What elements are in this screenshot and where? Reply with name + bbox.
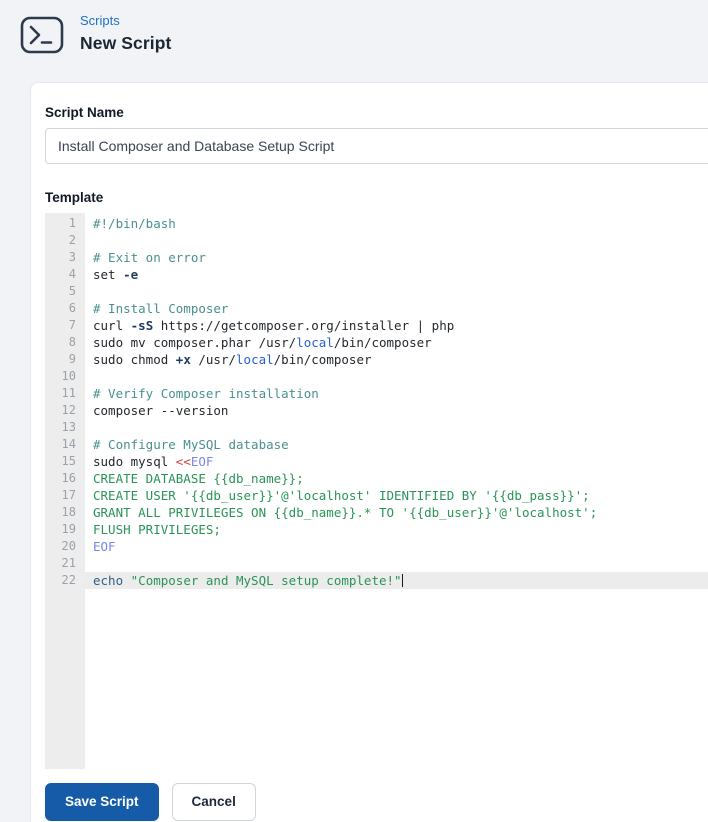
- code-token: +x: [175, 352, 191, 367]
- code-line[interactable]: sudo mv composer.phar /usr/local/bin/com…: [85, 334, 708, 351]
- editor-code: #!/bin/bash # Exit on error set -e # Instal…: [85, 213, 708, 769]
- line-number: 13: [61, 420, 76, 434]
- code-line[interactable]: # Configure MySQL database: [85, 436, 708, 453]
- line-number: 12: [61, 403, 76, 417]
- cancel-button[interactable]: Cancel: [171, 783, 256, 821]
- script-name-label: Script Name: [45, 105, 124, 120]
- code-line[interactable]: CREATE DATABASE {{db_name}};: [85, 470, 708, 487]
- line-number: 19: [61, 522, 76, 536]
- code-token: composer --version: [93, 403, 229, 418]
- code-token: /bin/composer: [273, 352, 372, 367]
- code-line[interactable]: FLUSH PRIVILEGES;: [85, 521, 708, 538]
- save-script-button[interactable]: Save Script: [45, 783, 159, 821]
- line-number: 11: [61, 386, 76, 400]
- line-number: 8: [68, 335, 76, 349]
- template-label: Template: [45, 190, 104, 205]
- code-token: CREATE USER '{{db_user}}'@'localhost' ID…: [93, 488, 590, 503]
- line-number: 4: [68, 267, 76, 281]
- code-line[interactable]: [85, 419, 708, 436]
- text-cursor: [401, 574, 404, 587]
- code-line[interactable]: [85, 283, 708, 300]
- line-number: 15: [61, 454, 76, 468]
- code-line[interactable]: sudo mysql <<EOF: [85, 453, 708, 470]
- line-number: 17: [61, 488, 76, 502]
- code-line[interactable]: # Exit on error: [85, 249, 708, 266]
- terminal-icon: [20, 15, 64, 55]
- code-line[interactable]: [85, 232, 708, 249]
- code-token: /usr/: [190, 352, 237, 367]
- code-token: # Exit on error: [93, 250, 206, 265]
- code-line[interactable]: sudo chmod +x /usr/local/bin/composer: [85, 351, 708, 368]
- code-token: <<: [175, 454, 191, 469]
- line-number: 14: [61, 437, 76, 451]
- code-token: EOF: [93, 539, 116, 554]
- code-line[interactable]: curl -sS https://getcomposer.org/install…: [85, 317, 708, 334]
- code-token: local: [236, 352, 274, 367]
- line-number: 1: [68, 216, 76, 230]
- code-line[interactable]: # Verify Composer installation: [85, 385, 708, 402]
- code-line[interactable]: #!/bin/bash: [85, 215, 708, 232]
- code-token: EOF: [190, 454, 214, 469]
- code-token: # Install Composer: [93, 301, 229, 316]
- page-title: New Script: [80, 33, 172, 53]
- code-token: CREATE DATABASE {{db_name}};: [93, 471, 304, 486]
- editor-gutter: 1 2 3 4 5 6 7 8 9 10 11 12 13 14 15 16 17 18 19 20 21 22: [45, 213, 85, 769]
- script-name-input[interactable]: [45, 128, 708, 164]
- code-line[interactable]: echo "Composer and MySQL setup complete!…: [85, 572, 708, 589]
- code-line[interactable]: composer --version: [85, 402, 708, 419]
- code-token: https://getcomposer.org/installer | php: [153, 318, 455, 333]
- code-token: -sS: [130, 318, 154, 333]
- code-token: /bin/composer: [333, 335, 432, 350]
- line-number: 5: [68, 284, 76, 298]
- code-line[interactable]: # Install Composer: [85, 300, 708, 317]
- page-header: Scripts New Script: [0, 0, 708, 82]
- code-line[interactable]: GRANT ALL PRIVILEGES ON {{db_name}}.* TO…: [85, 504, 708, 521]
- code-token: # Configure MySQL database: [93, 437, 289, 452]
- code-line[interactable]: CREATE USER '{{db_user}}'@'localhost' ID…: [85, 487, 708, 504]
- form-actions: Save Script Cancel: [45, 783, 708, 821]
- code-token: sudo mysql: [93, 454, 176, 469]
- code-token: #!/bin/bash: [93, 216, 176, 231]
- line-number: 20: [61, 539, 76, 553]
- line-number: 7: [68, 318, 76, 332]
- code-token: echo: [93, 573, 131, 588]
- code-token: FLUSH PRIVILEGES;: [93, 522, 221, 537]
- line-number: 2: [68, 233, 76, 247]
- code-token: # Verify Composer installation: [93, 386, 319, 401]
- code-token: sudo mv composer.phar /usr/: [93, 335, 297, 350]
- line-number: 3: [68, 250, 76, 264]
- code-token: "Composer and MySQL setup complete!": [130, 573, 402, 588]
- code-token: -e: [123, 267, 139, 282]
- form-card: Script Name Template 1234567891011121314…: [30, 82, 708, 822]
- breadcrumb-scripts-link[interactable]: Scripts: [80, 13, 120, 29]
- line-number: 16: [61, 471, 76, 485]
- code-line[interactable]: [85, 555, 708, 572]
- code-token: curl: [93, 318, 131, 333]
- code-token: GRANT ALL PRIVILEGES ON {{db_name}}.* TO…: [93, 505, 598, 520]
- template-editor[interactable]: 1 2 3 4 5 6 7 8 9 10 11 12 13 14 15 16 17 18 19 20 21 22 #!/b…: [45, 213, 708, 769]
- line-number: 6: [68, 301, 76, 315]
- code-token: local: [296, 335, 334, 350]
- code-line[interactable]: [85, 368, 708, 385]
- code-token: set: [93, 267, 124, 282]
- line-number: 22: [61, 573, 76, 587]
- line-number: 9: [68, 352, 76, 366]
- line-number: 10: [61, 369, 76, 383]
- line-number: 18: [61, 505, 76, 519]
- line-number: 21: [61, 556, 76, 570]
- code-line[interactable]: EOF: [85, 538, 708, 555]
- code-token: sudo chmod: [93, 352, 176, 367]
- code-line[interactable]: set -e: [85, 266, 708, 283]
